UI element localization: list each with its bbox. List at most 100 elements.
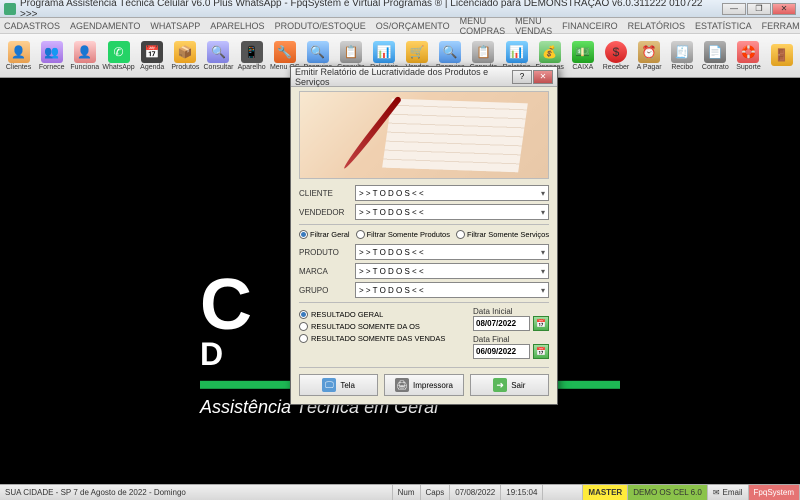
tb-funciona[interactable]: 👤Funciona [68,36,101,76]
phone-icon: 📱 [241,41,263,63]
menu-aparelhos[interactable]: APARELHOS [210,21,264,31]
pay-icon: ⏰ [638,41,660,63]
menu-relatorios[interactable]: RELATÓRIOS [628,21,685,31]
close-button[interactable]: ✕ [772,3,796,15]
radio-icon [299,334,308,343]
radio-icon [299,322,308,331]
menu-estatistica[interactable]: ESTATÍSTICA [695,21,752,31]
contract-icon: 📄 [704,41,726,63]
status-demo: DEMO OS CEL 6.0 [628,485,708,500]
result-radios: RESULTADO GERAL RESULTADO SOMENTE DA OS … [299,307,463,346]
cliente-label: CLIENTE [299,189,351,198]
window-buttons: — ❐ ✕ [722,3,796,15]
cliente-select[interactable]: > > T O D O S < < [355,185,549,201]
tb-caixa[interactable]: 💵CAIXA [566,36,599,76]
radio-icon [299,230,308,239]
box-icon: 📦 [174,41,196,63]
tb-consultar1[interactable]: 🔍Consultar [202,36,235,76]
minimize-button[interactable]: — [722,3,746,15]
tb-produtos[interactable]: 📦Produtos [169,36,202,76]
tb-receber[interactable]: $Receber [599,36,632,76]
sair-button[interactable]: ➜Sair [470,374,549,396]
window-titlebar: Programa Assistência Técnica Celular v6.… [0,0,800,18]
app-icon [4,3,16,15]
dialog-help-button[interactable]: ? [512,70,532,84]
search-icon: 🔍 [307,41,329,63]
list-icon: 📋 [472,41,494,63]
menu-financeiro[interactable]: FINANCEIRO [562,21,618,31]
tb-whatsapp[interactable]: ✆WhatsApp [101,36,135,76]
vendedor-select[interactable]: > > T O D O S < < [355,204,549,220]
printer-icon: 🖨 [395,378,409,392]
status-fpq[interactable]: FpqSystem [749,485,800,500]
radio-filtrar-geral[interactable]: Filtrar Geral [299,230,350,239]
dialog-title: Emitir Relatório de Lucratividade dos Pr… [295,67,512,87]
receive-icon: $ [605,41,627,63]
produto-select[interactable]: > > T O D O S < < [355,244,549,260]
person-icon: 👤 [8,41,30,63]
dialog-close-button[interactable]: ✕ [533,70,553,84]
status-caps: Caps [421,485,451,500]
tb-suporte[interactable]: 🛟Suporte [732,36,765,76]
data-inicial-label: Data Inicial [473,307,549,316]
status-progress [543,485,583,500]
exit-icon: 🚪 [771,44,793,66]
tb-contrato[interactable]: 📄Contrato [699,36,732,76]
data-final-input[interactable]: 06/09/2022 [473,344,530,359]
whatsapp-icon: ✆ [108,41,130,63]
menu-ferramentas[interactable]: FERRAMENTAS [762,21,800,31]
data-final-label: Data Final [473,335,549,344]
statusbar: SUA CIDADE - SP 7 de Agosto de 2022 - Do… [0,484,800,500]
tb-clientes[interactable]: 👤Clientes [2,36,35,76]
filter-radios: Filtrar Geral Filtrar Somente Produtos F… [299,230,549,239]
tb-fornece[interactable]: 👥Fornece [35,36,68,76]
tb-exit[interactable]: 🚪 [765,36,798,76]
status-master: MASTER [583,485,628,500]
status-date-city: SUA CIDADE - SP 7 de Agosto de 2022 - Do… [0,485,393,500]
tb-aparelho[interactable]: 📱Aparelho [235,36,268,76]
radio-resultado-os[interactable]: RESULTADO SOMENTE DA OS [299,322,463,331]
produto-label: PRODUTO [299,248,351,257]
dialog-header-image [299,91,549,179]
search-icon: 🔍 [207,41,229,63]
tb-recibo[interactable]: 🧾Recibo [666,36,699,76]
menu-cadastros[interactable]: CADASTROS [4,21,60,31]
radio-filtrar-produtos[interactable]: Filtrar Somente Produtos [356,230,450,239]
report-icon: 📊 [373,41,395,63]
radio-resultado-geral[interactable]: RESULTADO GERAL [299,310,463,319]
search-icon: 🔍 [439,41,461,63]
data-inicial-input[interactable]: 08/07/2022 [473,316,530,331]
list-icon: 📋 [340,41,362,63]
radio-icon [356,230,365,239]
menu-os[interactable]: OS/ORÇAMENTO [376,21,450,31]
menu-produto[interactable]: PRODUTO/ESTOQUE [275,21,366,31]
grupo-select[interactable]: > > T O D O S < < [355,282,549,298]
menu-compras[interactable]: MENU COMPRAS [460,16,506,36]
radio-resultado-vendas[interactable]: RESULTADO SOMENTE DAS VENDAS [299,334,463,343]
calendar-button-final[interactable]: 📅 [533,344,549,359]
tela-button[interactable]: 🖵Tela [299,374,378,396]
screen-icon: 🖵 [322,378,336,392]
cart-icon: 🛒 [406,41,428,63]
tb-apagar[interactable]: ⏰A Pagar [633,36,666,76]
status-time: 19:15:04 [501,485,543,500]
status-num: Num [393,485,421,500]
status-date: 07/08/2022 [450,485,501,500]
radio-icon [456,230,465,239]
radio-icon [299,310,308,319]
marca-label: MARCA [299,267,351,276]
vendedor-label: VENDEDOR [299,208,351,217]
window-title: Programa Assistência Técnica Celular v6.… [20,0,722,20]
radio-filtrar-servicos[interactable]: Filtrar Somente Serviços [456,230,549,239]
impressora-button[interactable]: 🖨Impressora [384,374,463,396]
calendar-button-inicial[interactable]: 📅 [533,316,549,331]
marca-select[interactable]: > > T O D O S < < [355,263,549,279]
maximize-button[interactable]: ❐ [747,3,771,15]
calendar-icon: 📅 [141,41,163,63]
tb-agenda[interactable]: 📅Agenda [136,36,169,76]
support-icon: 🛟 [737,41,759,63]
menu-vendas[interactable]: MENU VENDAS [515,16,552,36]
menu-agendamento[interactable]: AGENDAMENTO [70,21,140,31]
menu-whatsapp[interactable]: WHATSAPP [150,21,200,31]
status-email[interactable]: ✉Email [708,485,749,500]
